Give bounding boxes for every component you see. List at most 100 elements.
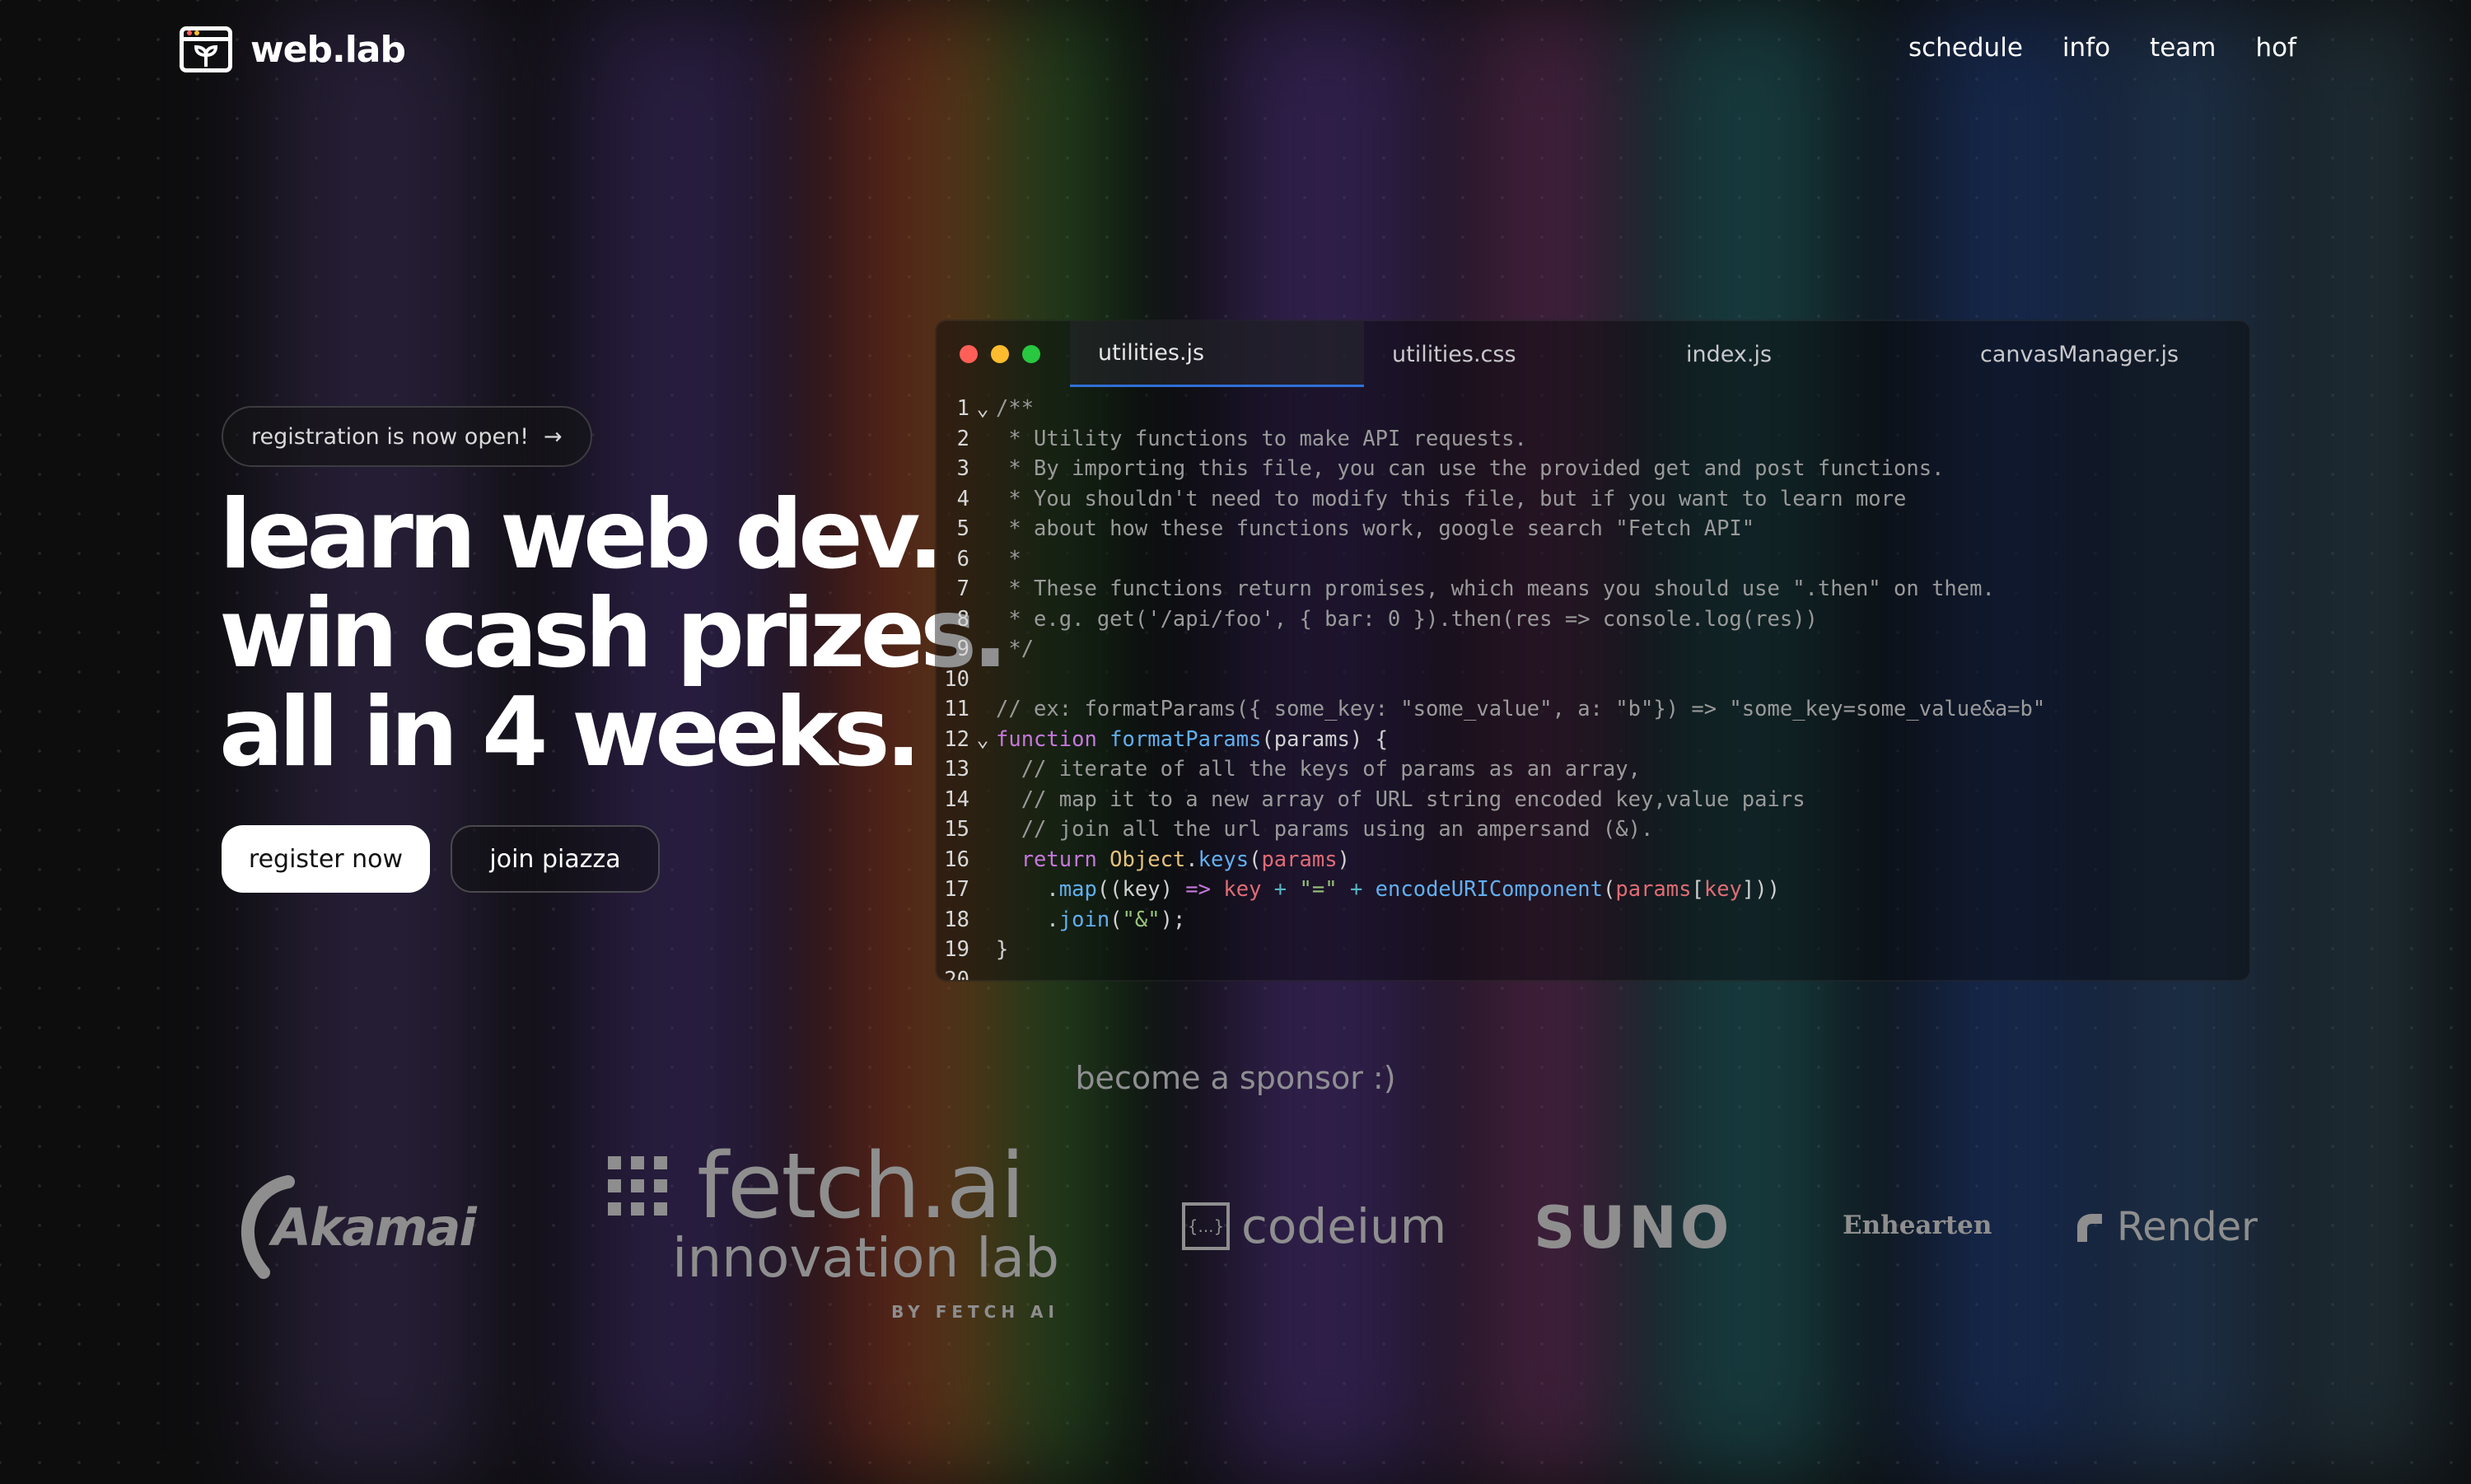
sponsor-akamai-logo[interactable]: Akamai — [231, 1174, 477, 1281]
fold-chevron-icon — [969, 814, 996, 845]
line-number: 6 — [956, 546, 969, 572]
code-line: 19} — [937, 935, 2249, 965]
code-line: 18 . join("&"); — [937, 905, 2249, 936]
headline-line-2: win cash prizes. — [219, 578, 1008, 689]
code-token: formatParams — [1109, 726, 1262, 752]
render-wordmark: Render — [2117, 1204, 2258, 1250]
code-token: . — [996, 877, 1059, 902]
line-number: 16 — [944, 847, 969, 872]
fold-chevron-icon — [969, 935, 996, 965]
code-token: ( — [1109, 907, 1123, 932]
minimize-dot-icon[interactable] — [991, 345, 1009, 363]
code-token: * e.g. get('/api/foo', { bar: 0 }).then(… — [996, 606, 1818, 632]
code-line: 4 * You shouldn't need to modify this fi… — [937, 484, 2249, 515]
line-number: 9 — [956, 637, 969, 661]
line-number: 7 — [956, 576, 969, 601]
line-number: 15 — [944, 817, 969, 842]
join-piazza-button[interactable]: join piazza — [451, 825, 660, 893]
hero-headline: learn web dev. win cash prizes. all in 4… — [219, 479, 1008, 782]
code-editor-window: utilities.js utilities.css index.js canv… — [935, 320, 2251, 982]
codeium-wordmark: codeium — [1241, 1198, 1447, 1254]
nav-hof[interactable]: hof — [2255, 33, 2296, 63]
code-token: return — [996, 847, 1110, 872]
sponsor-suno-logo[interactable]: SUNO — [1534, 1194, 1732, 1262]
code-token: * By importing this file, you can use th… — [996, 456, 1945, 481]
code-token: + — [1273, 877, 1287, 902]
line-number: 10 — [944, 666, 969, 692]
code-line: 6 * — [937, 544, 2249, 575]
code-token: // join all the url params using an ampe… — [996, 817, 1654, 842]
line-number: 14 — [944, 786, 969, 812]
code-token: params — [1261, 847, 1338, 872]
code-line: 10 — [937, 665, 2249, 695]
headline-line-1: learn web dev. — [219, 479, 944, 590]
code-line: 2 * Utility functions to make API reques… — [937, 424, 2249, 455]
code-token: * You shouldn't need to modify this file… — [996, 486, 1907, 511]
render-mark-icon — [2077, 1214, 2102, 1242]
tab-utilities-css[interactable]: utilities.css — [1364, 321, 1658, 387]
fold-chevron-icon — [969, 454, 996, 484]
tab-utilities-js[interactable]: utilities.js — [1070, 321, 1364, 387]
code-line: 13 // iterate of all the keys of params … — [937, 754, 2249, 785]
code-line: 20 — [937, 965, 2249, 982]
innovation-lab-wordmark: innovation lab — [672, 1226, 1059, 1290]
code-line: 12 ⌄ function formatParams (params) { — [937, 725, 2249, 755]
code-token: key — [1703, 877, 1742, 902]
code-token: [ — [1691, 877, 1704, 902]
line-number: 2 — [956, 426, 969, 451]
line-number: 3 — [956, 456, 969, 481]
code-token: keys — [1198, 847, 1250, 872]
nav-info[interactable]: info — [2062, 33, 2110, 63]
code-token: => — [1185, 877, 1212, 902]
fetch-grid-icon — [608, 1156, 667, 1216]
line-number: 5 — [956, 516, 969, 541]
line-number: 19 — [944, 937, 969, 962]
code-area[interactable]: 1 ⌄/** 2 * Utility functions to make API r… — [937, 387, 2249, 982]
sponsor-render-logo[interactable]: Render — [2074, 1204, 2258, 1250]
register-now-button[interactable]: register now — [222, 825, 430, 893]
sponsor-codeium-logo[interactable]: {...} codeium — [1182, 1198, 1446, 1254]
main-nav: schedule info team hof — [1908, 33, 2296, 63]
code-line: 7 * These functions return promises, whi… — [937, 574, 2249, 604]
fold-chevron-icon — [969, 754, 996, 785]
code-line: 11 // ex: formatParams({ some_key: "some_… — [937, 694, 2249, 725]
fold-chevron-icon — [969, 694, 996, 725]
sponsor-enhearten-logo[interactable]: Enhearten — [1843, 1211, 1992, 1240]
nav-team[interactable]: team — [2150, 33, 2216, 63]
line-number: 20 — [944, 967, 969, 982]
maximize-dot-icon[interactable] — [1022, 345, 1040, 363]
brand-logo[interactable]: web.lab — [180, 26, 406, 72]
fold-chevron-icon — [969, 604, 996, 635]
fold-chevron-icon[interactable]: ⌄ — [969, 725, 996, 755]
by-fetch-ai-text: BY FETCH AI — [891, 1302, 1059, 1322]
akamai-wordmark: Akamai — [272, 1197, 477, 1258]
code-token: encodeURIComponent — [1375, 877, 1603, 902]
nav-schedule[interactable]: schedule — [1908, 33, 2023, 63]
code-token: // map it to a new array of URL string e… — [996, 786, 1805, 812]
fold-chevron-icon — [969, 484, 996, 515]
code-token: params — [1615, 877, 1692, 902]
code-line: 17 . map ((key) => key + "=" + encodeURICo… — [937, 875, 2249, 905]
arrow-right-icon: → — [544, 423, 563, 450]
sponsor-fetch-ai-logo[interactable]: fetch.ai innovation lab BY FETCH AI — [608, 1141, 1059, 1322]
line-number: 12 — [944, 726, 969, 752]
close-dot-icon[interactable] — [960, 345, 978, 363]
fold-chevron-icon[interactable]: ⌄ — [969, 394, 996, 424]
fetch-ai-wordmark: fetch.ai — [697, 1133, 1025, 1239]
sponsor-heading[interactable]: become a sponsor :) — [0, 1060, 2471, 1096]
tab-index-js[interactable]: index.js — [1658, 321, 1952, 387]
code-line: 5 * about how these functions work, goog… — [937, 514, 2249, 544]
fold-chevron-icon — [969, 514, 996, 544]
editor-tab-bar: utilities.js utilities.css index.js canv… — [937, 321, 2249, 387]
registration-pill[interactable]: registration is now open! → — [222, 406, 592, 467]
line-number: 18 — [944, 907, 969, 932]
code-token: ((key) — [1096, 877, 1186, 902]
tab-canvasmanager-js[interactable]: canvasManager.js — [1952, 321, 2246, 387]
code-token: } — [996, 937, 1009, 962]
line-number: 17 — [944, 877, 969, 902]
codeium-brace-icon: {...} — [1182, 1202, 1230, 1250]
code-line: 16 return Object. keys(params) — [937, 845, 2249, 875]
registration-pill-label: registration is now open! — [251, 423, 530, 450]
